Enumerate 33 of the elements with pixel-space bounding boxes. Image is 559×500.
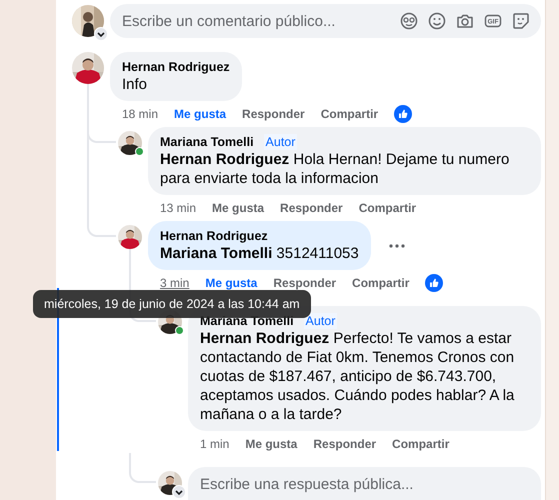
sticker-icon[interactable] <box>511 11 531 31</box>
reply-field[interactable]: Escribe una respuesta pública... <box>188 467 541 500</box>
timestamp-link[interactable]: 1 min <box>200 436 230 450</box>
like-link[interactable]: Me gusta <box>245 436 298 450</box>
chevron-icon[interactable] <box>172 485 186 499</box>
share-link[interactable]: Compartir <box>320 106 378 120</box>
timestamp-link[interactable]: 3 min <box>160 276 190 290</box>
thread-line <box>129 453 156 483</box>
like-link[interactable]: Me gusta <box>174 106 226 120</box>
reply-link[interactable]: Responder <box>242 106 305 120</box>
author-name[interactable]: Hernan Rodriguez <box>160 228 268 244</box>
like-link[interactable]: Me gusta <box>212 200 264 214</box>
more-icon[interactable] <box>388 244 405 248</box>
author-name[interactable]: Hernan Rodriguez <box>122 59 230 75</box>
share-link[interactable]: Compartir <box>358 200 416 214</box>
comment-text: Info <box>122 75 148 94</box>
reply-link[interactable]: Responder <box>313 436 376 450</box>
smiley-icon[interactable] <box>427 11 447 31</box>
avatar-emoji-icon[interactable] <box>399 11 419 31</box>
chevron-icon[interactable] <box>94 27 108 41</box>
reply-link[interactable]: Responder <box>280 200 343 214</box>
timestamp-link[interactable]: 18 min <box>122 106 158 120</box>
author-badge: Autor <box>264 134 298 150</box>
author-badge: Autor <box>304 313 338 329</box>
comment-text: Mariana Tomelli 3512411053 <box>160 244 359 263</box>
timestamp-link[interactable]: 13 min <box>160 200 196 214</box>
share-link[interactable]: Compartir <box>392 436 450 450</box>
comment-text: Hernan Rodriguez Perfecto! Te vamos a estar contactando de Fiat 0km. Tenemos Cronos con cuotas de $187.467, anticipo de $6.743.700, aceptamos usados. Cuándo podes hablar? A la mañana o a la tarde? <box>200 329 516 424</box>
comment-text: Hernan Rodriguez Hola Hernan! Dejame tu numero para enviarte toda la informacion <box>160 150 510 188</box>
reply-link[interactable]: Responder <box>273 276 336 290</box>
like-link[interactable]: Me gusta <box>205 276 258 290</box>
author-name[interactable]: Mariana Tomelli <box>160 134 254 150</box>
share-link[interactable]: Compartir <box>352 276 410 290</box>
